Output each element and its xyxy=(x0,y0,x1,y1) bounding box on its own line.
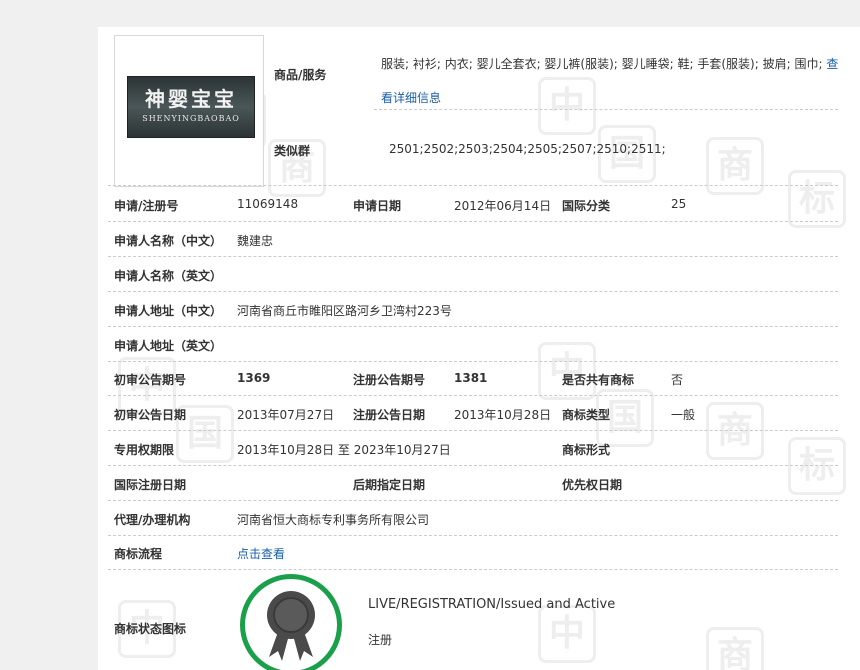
row-divider xyxy=(108,535,838,536)
reg-pub-date-value: 2013年10月28日 xyxy=(454,408,552,422)
watermark-char: 标 xyxy=(788,170,846,228)
prelim-date-label: 初审公告日期 xyxy=(114,408,187,422)
goods-services-label: 商品/服务 xyxy=(274,68,327,82)
watermark-char: 商 xyxy=(706,627,764,670)
status-icon-label: 商标状态图标 xyxy=(114,622,187,636)
exclusive-period-value: 2013年10月28日 至 2023年10月27日 xyxy=(237,443,451,457)
row-divider xyxy=(108,326,838,327)
shared-label: 是否共有商标 xyxy=(562,373,635,387)
reg-no-value: 11069148 xyxy=(237,197,299,211)
row-divider xyxy=(108,569,838,570)
medal-icon xyxy=(267,591,315,661)
trademark-image: 神婴宝宝 SHENYINGBAOBAO xyxy=(114,35,264,187)
goods-services-value: 服装; 衬衫; 内衣; 婴儿全套衣; 婴儿裤(服装); 婴儿睡袋; 鞋; 手套(… xyxy=(381,47,841,115)
applicant-cn-label: 申请人名称（中文） xyxy=(114,234,223,248)
apply-date-value: 2012年06月14日 xyxy=(454,199,552,213)
agent-label: 代理/办理机构 xyxy=(114,513,191,527)
later-date-label: 后期指定日期 xyxy=(353,478,426,492)
row-divider xyxy=(108,465,838,466)
intl-class-value: 25 xyxy=(671,197,687,211)
row-divider xyxy=(108,221,838,222)
registered-medal-icon xyxy=(240,574,342,670)
row-divider xyxy=(374,109,838,110)
address-cn-label: 申请人地址（中文） xyxy=(114,304,223,318)
tm-type-value: 一般 xyxy=(671,408,696,422)
process-label: 商标流程 xyxy=(114,547,163,561)
logo-chinese-text: 神婴宝宝 xyxy=(145,87,237,111)
apply-date-label: 申请日期 xyxy=(353,199,402,213)
goods-list: 服装; 衬衫; 内衣; 婴儿全套衣; 婴儿裤(服装); 婴儿睡袋; 鞋; 手套(… xyxy=(381,57,827,71)
address-cn-value: 河南省商丘市睢阳区路河乡卫湾村223号 xyxy=(237,304,452,318)
agent-value: 河南省恒大商标专利事务所有限公司 xyxy=(237,513,430,527)
process-view-link[interactable]: 点击查看 xyxy=(237,545,285,562)
trademark-detail-panel: 中 国 商 标 中 商 中 国 商 标 中 国 中 中 商 神婴宝宝 SHENY… xyxy=(98,27,860,670)
row-divider xyxy=(108,500,838,501)
applicant-cn-value: 魏建忠 xyxy=(237,234,274,248)
watermark-char: 商 xyxy=(706,137,764,195)
status-en-text: LIVE/REGISTRATION/Issued and Active xyxy=(368,597,616,612)
status-cn-text: 注册 xyxy=(368,633,393,647)
watermark-char: 标 xyxy=(788,437,846,495)
shared-value: 否 xyxy=(671,373,684,387)
priority-date-label: 优先权日期 xyxy=(562,478,623,492)
row-divider xyxy=(108,430,838,431)
intl-reg-date-label: 国际注册日期 xyxy=(114,478,187,492)
tm-form-label: 商标形式 xyxy=(562,443,611,457)
reg-pub-date-label: 注册公告日期 xyxy=(353,408,426,422)
tm-type-label: 商标类型 xyxy=(562,408,611,422)
reg-pub-no-value: 1381 xyxy=(454,371,488,385)
row-divider xyxy=(108,256,838,257)
row-divider xyxy=(108,361,838,362)
similar-group-value: 2501;2502;2503;2504;2505;2507;2510;2511; xyxy=(389,142,666,156)
reg-pub-no-label: 注册公告期号 xyxy=(353,373,426,387)
intl-class-label: 国际分类 xyxy=(562,199,611,213)
applicant-en-label: 申请人名称（英文） xyxy=(114,269,223,283)
watermark-char: 中 xyxy=(538,605,596,663)
exclusive-period-label: 专用权期限 xyxy=(114,443,175,457)
watermark-char: 商 xyxy=(706,402,764,460)
prelim-no-value: 1369 xyxy=(237,371,271,385)
reg-no-label: 申请/注册号 xyxy=(114,199,179,213)
logo-english-text: SHENYINGBAOBAO xyxy=(142,114,240,123)
trademark-logo: 神婴宝宝 SHENYINGBAOBAO xyxy=(127,76,255,138)
prelim-no-label: 初审公告期号 xyxy=(114,373,187,387)
row-divider xyxy=(108,185,838,186)
row-divider xyxy=(108,395,838,396)
row-divider xyxy=(108,291,838,292)
similar-group-label: 类似群 xyxy=(274,144,311,158)
prelim-date-value: 2013年07月27日 xyxy=(237,408,335,422)
address-en-label: 申请人地址（英文） xyxy=(114,339,223,353)
